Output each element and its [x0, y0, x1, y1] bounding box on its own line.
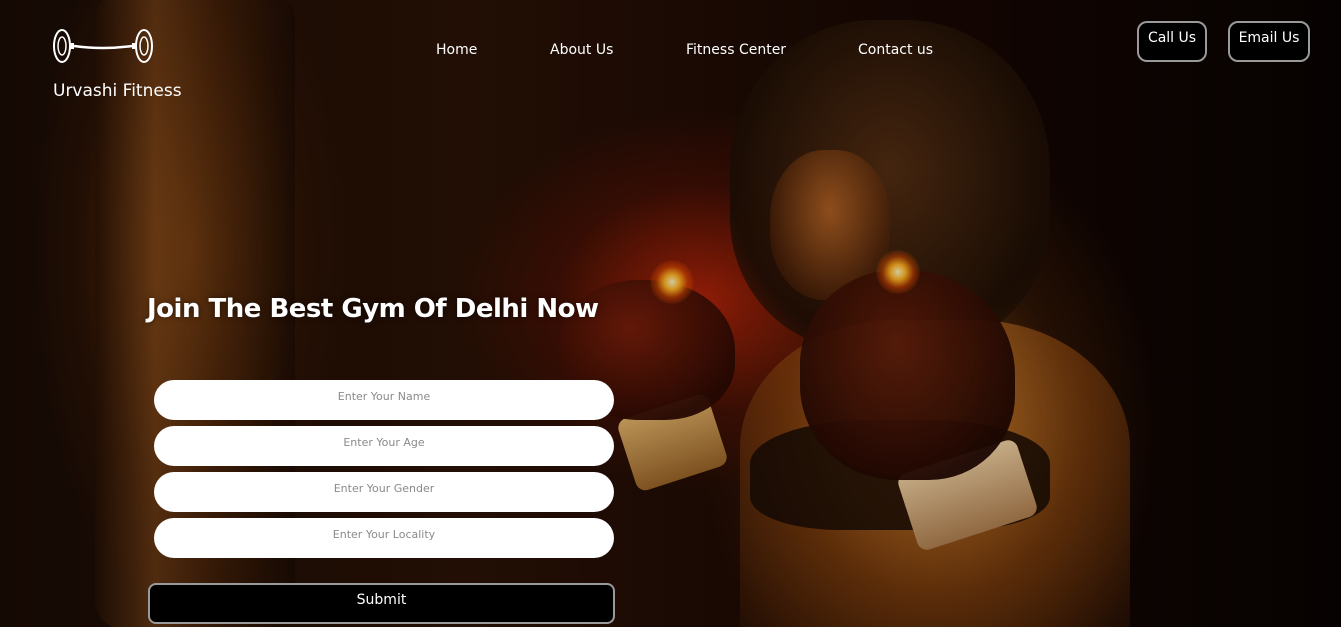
age-input[interactable]: [154, 426, 614, 466]
brand-name: Urvashi Fitness: [53, 81, 182, 101]
nav-link-home[interactable]: Home: [436, 42, 477, 58]
locality-input[interactable]: [154, 518, 614, 558]
dumbbell-icon[interactable]: [52, 29, 154, 63]
nav-link-contact-us[interactable]: Contact us: [858, 42, 933, 58]
submit-button[interactable]: Submit: [148, 583, 615, 624]
nav-link-fitness-center[interactable]: Fitness Center: [686, 42, 786, 58]
name-input[interactable]: [154, 380, 614, 420]
email-us-button[interactable]: Email Us: [1228, 21, 1310, 62]
gender-input[interactable]: [154, 472, 614, 512]
hero-headline: Join The Best Gym Of Delhi Now: [147, 294, 599, 324]
nav-link-about-us[interactable]: About Us: [550, 42, 613, 58]
call-us-button[interactable]: Call Us: [1137, 21, 1207, 62]
